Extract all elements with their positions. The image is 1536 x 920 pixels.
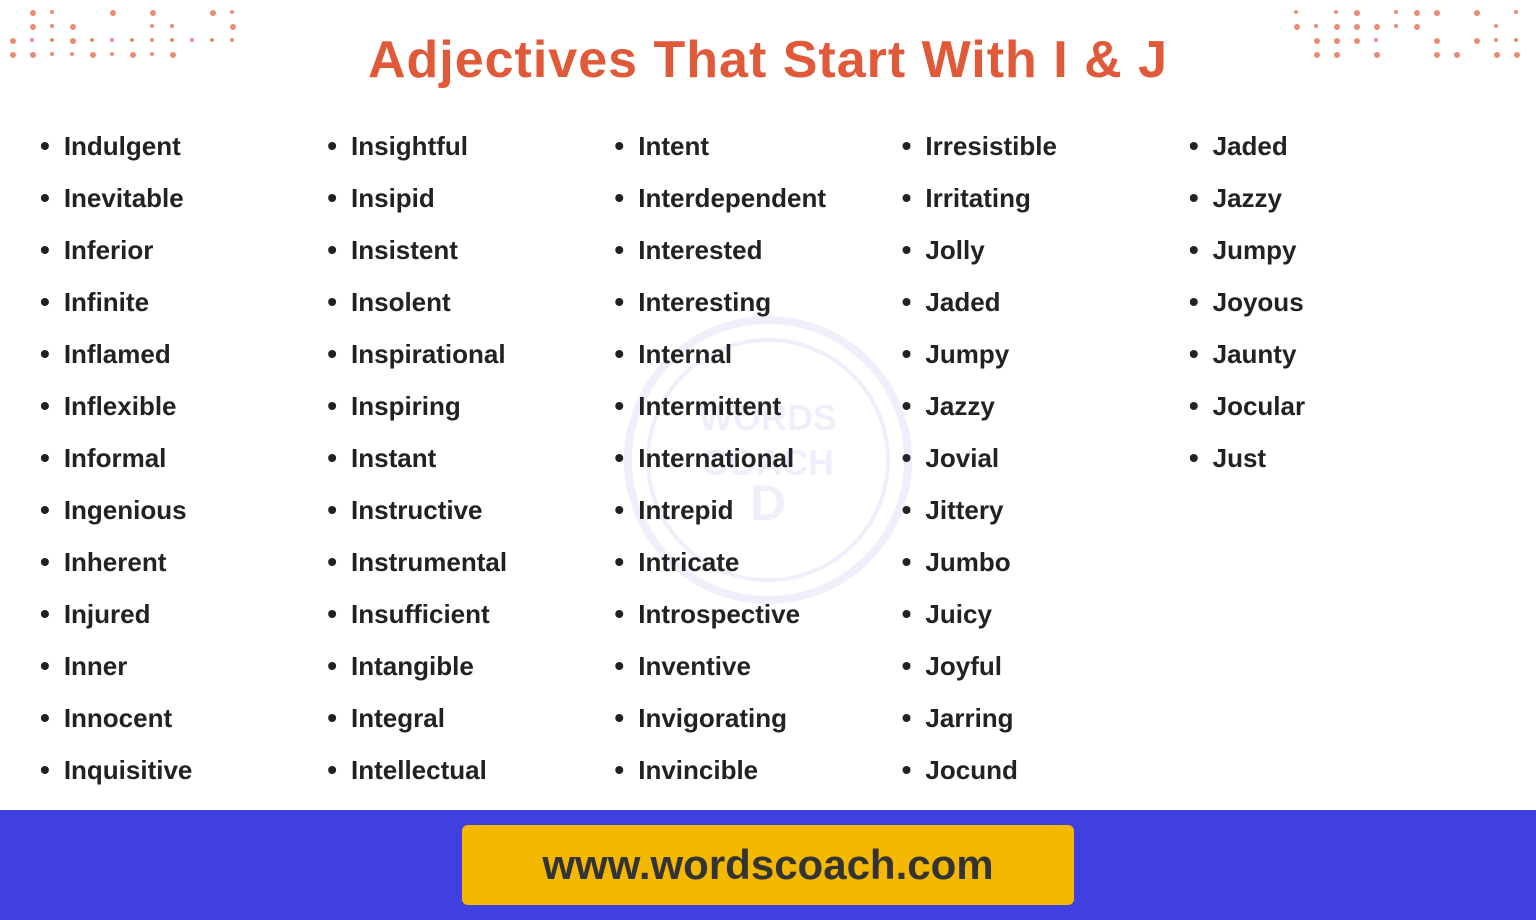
list-item: Jocular bbox=[1189, 380, 1476, 432]
list-item: Intricate bbox=[614, 536, 901, 588]
list-item: Intent bbox=[614, 120, 901, 172]
list-item: Jazzy bbox=[1189, 172, 1476, 224]
list-item: Introspective bbox=[614, 588, 901, 640]
list-item: Insistent bbox=[327, 224, 614, 276]
list-item: Interesting bbox=[614, 276, 901, 328]
list-item: Jazzy bbox=[902, 380, 1189, 432]
column-1: IndulgentInevitableInferiorInfiniteInfla… bbox=[40, 120, 327, 900]
list-item: Inner bbox=[40, 640, 327, 692]
list-item: Insolent bbox=[327, 276, 614, 328]
list-item: Inventive bbox=[614, 640, 901, 692]
list-item: Jaded bbox=[1189, 120, 1476, 172]
list-item: Infinite bbox=[40, 276, 327, 328]
list-item: Invigorating bbox=[614, 692, 901, 744]
list-item: Jumpy bbox=[1189, 224, 1476, 276]
list-item: Interested bbox=[614, 224, 901, 276]
list-item: Inflexible bbox=[40, 380, 327, 432]
list-item: Irritating bbox=[902, 172, 1189, 224]
list-item: Interdependent bbox=[614, 172, 901, 224]
list-item: International bbox=[614, 432, 901, 484]
list-item: Inquisitive bbox=[40, 744, 327, 796]
list-item: Inflamed bbox=[40, 328, 327, 380]
list-item: Intellectual bbox=[327, 744, 614, 796]
list-item: Instructive bbox=[327, 484, 614, 536]
list-item: Inherent bbox=[40, 536, 327, 588]
list-item: Jovial bbox=[902, 432, 1189, 484]
list-item: Inferior bbox=[40, 224, 327, 276]
list-item: Inspiring bbox=[327, 380, 614, 432]
list-item: Inspirational bbox=[327, 328, 614, 380]
list-item: Injured bbox=[40, 588, 327, 640]
list-item: Intermittent bbox=[614, 380, 901, 432]
list-item: Jittery bbox=[902, 484, 1189, 536]
column-4: IrresistibleIrritatingJollyJadedJumpyJaz… bbox=[902, 120, 1189, 900]
list-item: Invincible bbox=[614, 744, 901, 796]
list-item: Instrumental bbox=[327, 536, 614, 588]
list-item: Juicy bbox=[902, 588, 1189, 640]
list-item: Jolly bbox=[902, 224, 1189, 276]
list-item: Jaded bbox=[902, 276, 1189, 328]
list-item: Intrepid bbox=[614, 484, 901, 536]
url-badge: www.wordscoach.com bbox=[462, 825, 1073, 905]
list-item: Instant bbox=[327, 432, 614, 484]
list-item: Inevitable bbox=[40, 172, 327, 224]
column-3: IntentInterdependentInterestedInterestin… bbox=[614, 120, 901, 900]
list-item: Joyous bbox=[1189, 276, 1476, 328]
page-title: Adjectives That Start With I & J bbox=[20, 30, 1516, 90]
list-item: Joyful bbox=[902, 640, 1189, 692]
list-item: Insufficient bbox=[327, 588, 614, 640]
page-header: Adjectives That Start With I & J bbox=[0, 0, 1536, 100]
list-item: Innocent bbox=[40, 692, 327, 744]
list-item: Just bbox=[1189, 432, 1476, 484]
list-item: Ingenious bbox=[40, 484, 327, 536]
list-item: Jumpy bbox=[902, 328, 1189, 380]
list-item: Insipid bbox=[327, 172, 614, 224]
column-2: InsightfulInsipidInsistentInsolentInspir… bbox=[327, 120, 614, 900]
list-item: Jumbo bbox=[902, 536, 1189, 588]
column-5: JadedJazzyJumpyJoyousJauntyJocularJust bbox=[1189, 120, 1476, 900]
footer-bar: www.wordscoach.com bbox=[0, 810, 1536, 920]
list-item: Insightful bbox=[327, 120, 614, 172]
list-item: Internal bbox=[614, 328, 901, 380]
content-area: IndulgentInevitableInferiorInfiniteInfla… bbox=[0, 100, 1536, 920]
list-item: Informal bbox=[40, 432, 327, 484]
list-item: Jarring bbox=[902, 692, 1189, 744]
list-item: Indulgent bbox=[40, 120, 327, 172]
list-item: Jocund bbox=[902, 744, 1189, 796]
list-item: Jaunty bbox=[1189, 328, 1476, 380]
list-item: Integral bbox=[327, 692, 614, 744]
list-item: Irresistible bbox=[902, 120, 1189, 172]
list-item: Intangible bbox=[327, 640, 614, 692]
